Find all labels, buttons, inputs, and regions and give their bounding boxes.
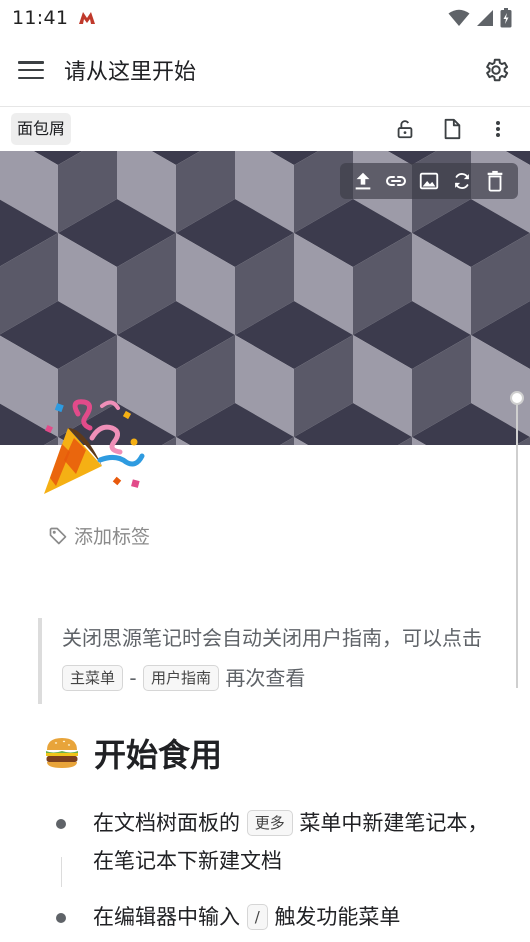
status-bar: 11:41	[0, 0, 530, 36]
add-tag-button[interactable]: 添加标签	[48, 522, 150, 549]
wifi-icon	[448, 9, 470, 26]
list-item-text: 在编辑器中输入	[93, 905, 240, 929]
list-item-text: 在文档树面板的	[93, 811, 240, 835]
tag-icon	[49, 527, 67, 544]
status-time: 11:41	[12, 7, 69, 29]
quote-text-end: 再次查看	[225, 666, 306, 690]
quote-text: 关闭思源笔记时会自动关闭用户指南，可以点击	[62, 626, 482, 650]
party-popper-emoji[interactable]	[40, 394, 150, 498]
scrollbar-track[interactable]	[516, 398, 518, 688]
banner-toolbar	[340, 163, 518, 199]
list-item: 在编辑器中输入 / 触发功能菜单	[56, 898, 496, 936]
more-vertical-icon[interactable]	[486, 117, 510, 141]
signal-icon	[477, 10, 493, 26]
list-bullet	[56, 913, 66, 923]
top-app-bar: 请从这里开始	[0, 44, 530, 96]
status-icons	[448, 8, 512, 28]
document-icon[interactable]	[440, 117, 464, 141]
scrollbar-thumb[interactable]	[510, 391, 524, 405]
kbd-more: 更多	[246, 810, 293, 836]
list-bullet	[56, 819, 66, 829]
battery-icon	[500, 8, 512, 28]
image-icon[interactable]	[417, 169, 441, 193]
menu-icon[interactable]	[18, 58, 44, 82]
kbd-main-menu: 主菜单	[62, 665, 124, 691]
app-notification-icon	[79, 12, 96, 24]
breadcrumb[interactable]: 面包屑	[11, 113, 72, 145]
kbd-user-guide: 用户指南	[142, 665, 219, 691]
list-item: 在文档树面板的 更多 菜单中新建笔记本，在笔记本下新建文档	[56, 804, 496, 880]
list-item-text-end: 触发功能菜单	[274, 905, 401, 929]
settings-icon[interactable]	[482, 56, 510, 84]
quote-separator: -	[129, 666, 137, 690]
document-title: 请从这里开始	[64, 60, 197, 85]
add-tag-label: 添加标签	[74, 526, 151, 548]
hamburger-emoji	[46, 738, 78, 768]
unlock-icon[interactable]	[393, 117, 417, 141]
document-toolbar: 面包屑	[0, 107, 530, 151]
section-heading-text: 开始食用	[94, 736, 223, 774]
list-guide-line	[61, 857, 62, 887]
kbd-slash: /	[246, 904, 268, 930]
link-icon[interactable]	[384, 169, 408, 193]
upload-icon[interactable]	[351, 169, 375, 193]
section-heading: 开始食用	[44, 730, 222, 776]
delete-icon[interactable]	[483, 169, 507, 193]
refresh-icon[interactable]	[450, 169, 474, 193]
guide-blockquote: 关闭思源笔记时会自动关闭用户指南，可以点击 主菜单 - 用户指南 再次查看	[38, 618, 488, 704]
